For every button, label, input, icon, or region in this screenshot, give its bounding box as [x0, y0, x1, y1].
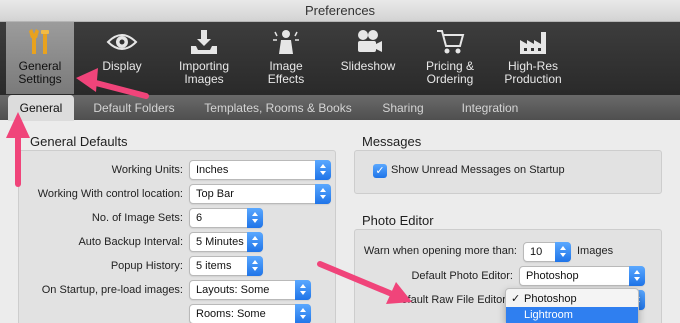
- toolbar-label-high-res-production: High-Res Production: [504, 59, 562, 86]
- import-tray-icon: [191, 30, 217, 54]
- warn-opening-count-value: 10: [530, 246, 543, 258]
- popup-history-value: 5 items: [196, 260, 232, 272]
- tools-icon: [29, 29, 49, 54]
- preload-layouts-value: Layouts: Some: [196, 284, 270, 296]
- auto-backup-value: 5 Minutes: [196, 236, 244, 248]
- toolbar-label-general-settings: General Settings: [18, 59, 62, 86]
- warn-opening-count-select[interactable]: 10: [523, 242, 571, 262]
- window-title: Preferences: [304, 3, 376, 18]
- messages-heading: Messages: [362, 134, 422, 149]
- chevron-updown-icon: [295, 280, 311, 300]
- toolbar-item-importing-images[interactable]: Importing Images: [168, 22, 240, 94]
- menu-item-lightroom-label: Lightroom: [524, 309, 573, 321]
- chevron-updown-icon: [247, 232, 263, 252]
- preload-images-label: On Startup, pre-load images:: [41, 284, 183, 296]
- chevron-updown-icon: [629, 266, 645, 286]
- toolbar-item-general-settings[interactable]: General Settings: [6, 22, 74, 94]
- chevron-updown-icon: [555, 242, 571, 262]
- default-photo-editor-value: Photoshop: [526, 270, 579, 282]
- toolbar-label-image-effects: Image Effects: [267, 59, 305, 86]
- image-sets-value: 6: [196, 212, 203, 224]
- default-photo-editor-select[interactable]: Photoshop: [519, 266, 645, 286]
- eye-icon: [106, 34, 138, 50]
- show-unread-messages-label: Show Unread Messages on Startup: [391, 164, 565, 176]
- chevron-updown-icon: [315, 160, 331, 180]
- warn-opening-label: Warn when opening more than:: [363, 245, 517, 257]
- toolbar-label-slideshow: Slideshow: [340, 59, 396, 73]
- menu-item-photoshop[interactable]: ✓ Photoshop: [506, 291, 638, 307]
- annotation-arrow-general-settings: [76, 68, 149, 99]
- general-defaults-heading: General Defaults: [30, 134, 128, 149]
- image-sets-label: No. of Image Sets:: [91, 212, 183, 224]
- shopping-cart-icon: [437, 30, 465, 54]
- control-location-select[interactable]: Top Bar: [189, 184, 331, 204]
- menu-item-photoshop-label: Photoshop: [524, 293, 577, 305]
- auto-backup-select[interactable]: 5 Minutes: [189, 232, 263, 252]
- warn-opening-units: Images: [577, 245, 614, 257]
- tab-integration[interactable]: Integration: [450, 95, 530, 121]
- raw-editor-dropdown-menu: ✓ Photoshop Lightroom: [505, 288, 639, 323]
- popup-history-label: Popup History:: [110, 260, 183, 272]
- toolbar-item-pricing-ordering[interactable]: Pricing & Ordering: [416, 22, 484, 94]
- chevron-updown-icon: [247, 208, 263, 228]
- preload-rooms-value: Rooms: Some: [196, 308, 266, 320]
- window-titlebar: Preferences: [0, 0, 680, 22]
- chevron-updown-icon: [295, 304, 311, 323]
- working-units-label: Working Units:: [111, 164, 183, 176]
- show-unread-messages-checkbox[interactable]: ✓: [373, 164, 387, 178]
- messages-panel: ✓ Show Unread Messages on Startup: [354, 150, 662, 194]
- toolbar-label-importing-images: Importing Images: [178, 59, 230, 86]
- menu-item-lightroom[interactable]: Lightroom: [506, 307, 638, 323]
- control-location-value: Top Bar: [196, 188, 234, 200]
- working-units-select[interactable]: Inches: [189, 160, 331, 180]
- working-units-value: Inches: [196, 164, 229, 176]
- popup-history-select[interactable]: 5 items: [189, 256, 263, 276]
- toolbar-label-pricing-ordering: Pricing & Ordering: [425, 59, 475, 86]
- preload-rooms-select[interactable]: Rooms: Some: [189, 304, 311, 323]
- tab-sharing[interactable]: Sharing: [370, 95, 436, 121]
- chevron-updown-icon: [247, 256, 263, 276]
- preload-layouts-select[interactable]: Layouts: Some: [189, 280, 311, 300]
- chevron-updown-icon: [315, 184, 331, 204]
- projector-icon: [358, 30, 382, 52]
- auto-backup-label: Auto Backup Interval:: [78, 236, 183, 248]
- toolbar-item-slideshow[interactable]: Slideshow: [334, 22, 402, 94]
- factory-icon: [520, 32, 546, 54]
- annotation-arrow-raw-editor: [317, 261, 412, 304]
- effects-figure-icon: [273, 30, 299, 54]
- checkmark-icon: ✓: [511, 293, 521, 305]
- tab-templates-rooms-books[interactable]: Templates, Rooms & Books: [198, 95, 358, 121]
- toolbar-item-high-res-production[interactable]: High-Res Production: [496, 22, 570, 94]
- control-location-label: Working With control location:: [37, 188, 183, 200]
- annotation-arrow-general-tab: [6, 112, 30, 187]
- image-sets-select[interactable]: 6: [189, 208, 263, 228]
- general-defaults-panel: Working Units: Inches Working With contr…: [18, 150, 336, 323]
- photo-editor-heading: Photo Editor: [362, 213, 434, 228]
- toolbar-item-image-effects[interactable]: Image Effects: [252, 22, 320, 94]
